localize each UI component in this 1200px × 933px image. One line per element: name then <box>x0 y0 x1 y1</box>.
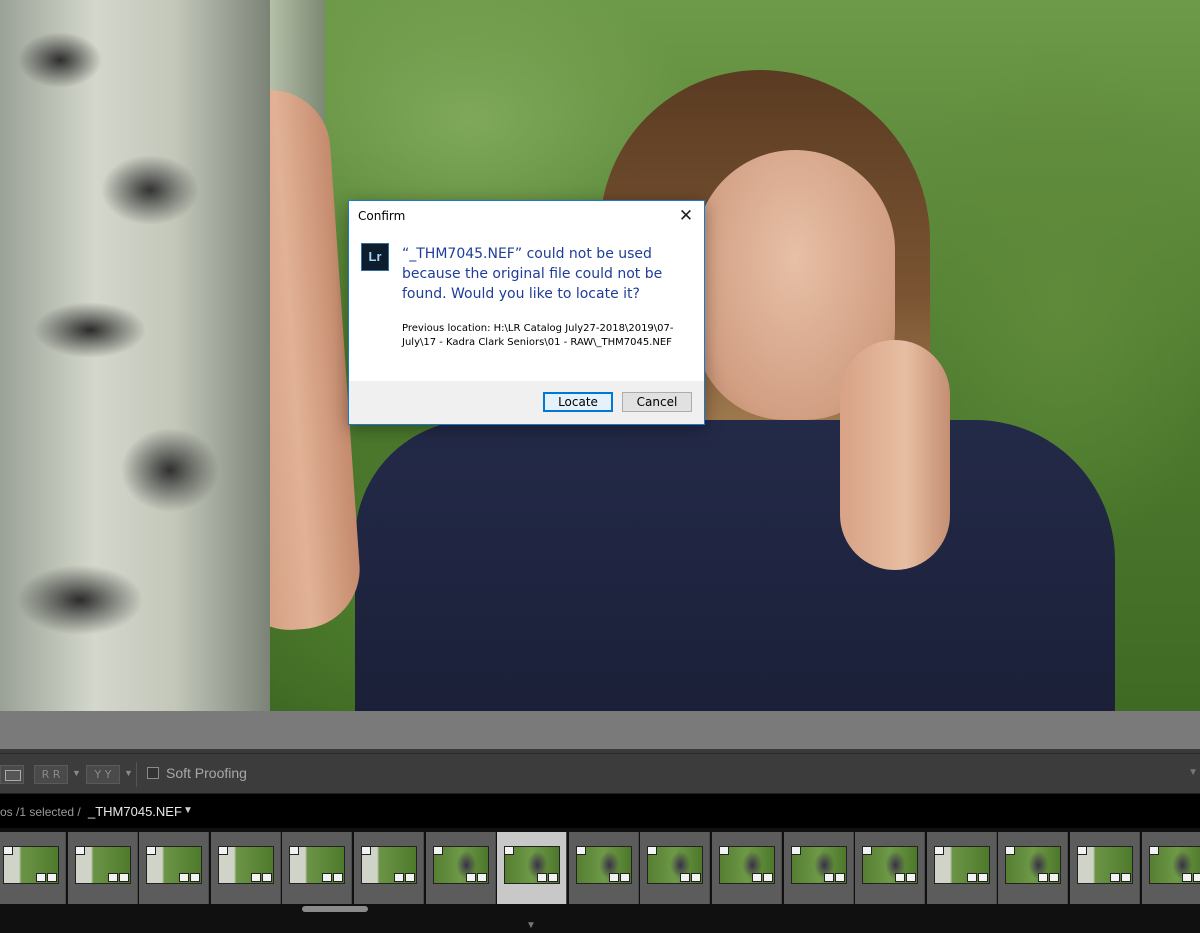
chevron-down-icon[interactable]: ▼ <box>124 768 133 778</box>
cancel-button[interactable]: Cancel <box>622 392 692 412</box>
tag-icon <box>680 873 690 882</box>
thumbnail-badge-icon <box>791 846 801 855</box>
thumbnail-badge-icon <box>75 846 85 855</box>
thumbnail-badge-icon <box>361 846 371 855</box>
soft-proofing-checkbox[interactable] <box>147 767 159 779</box>
filmstrip-thumbnail[interactable] <box>640 832 710 904</box>
dialog-detail: Previous location: H:\LR Catalog July27-… <box>402 322 702 349</box>
edited-icon <box>262 873 272 882</box>
locate-button[interactable]: Locate <box>543 392 613 412</box>
tag-icon <box>251 873 261 882</box>
dialog-message: “_THM7045.NEF” could not be used because… <box>402 244 692 304</box>
edited-icon <box>620 873 630 882</box>
thumbnail-badge-icon <box>1077 846 1087 855</box>
panel-separator <box>0 711 1200 749</box>
aspen-trunk <box>0 0 270 711</box>
tag-icon <box>466 873 476 882</box>
tag-icon <box>967 873 977 882</box>
edited-icon <box>405 873 415 882</box>
filmstrip <box>0 828 1200 933</box>
thumbnail-badge-icon <box>934 846 944 855</box>
toolbar-menu-icon[interactable]: ▼ <box>1188 767 1198 778</box>
tag-icon <box>824 873 834 882</box>
filmstrip-thumbnail[interactable] <box>784 832 854 904</box>
edited-icon <box>190 873 200 882</box>
thumbnail-badge-icon <box>289 846 299 855</box>
toolbar-divider <box>136 762 137 787</box>
subject-hand <box>840 340 950 570</box>
tag-icon <box>1038 873 1048 882</box>
tag-icon <box>895 873 905 882</box>
filmstrip-thumbnail[interactable] <box>354 832 424 904</box>
edited-icon <box>47 873 57 882</box>
edited-icon <box>333 873 343 882</box>
tag-icon <box>1182 873 1192 882</box>
before-after-button[interactable]: R R <box>34 765 68 784</box>
edited-icon <box>548 873 558 882</box>
thumbnail-badge-icon <box>862 846 872 855</box>
edited-icon <box>1193 873 1200 882</box>
tag-icon <box>752 873 762 882</box>
tag-icon <box>108 873 118 882</box>
dialog-title: Confirm <box>358 209 405 223</box>
subject-shirt <box>355 420 1115 711</box>
lightroom-icon: Lr <box>361 243 389 271</box>
filmstrip-thumbnail[interactable] <box>855 832 925 904</box>
toolbar: R R ▼ Y Y ▼ Soft Proofing ▼ <box>0 753 1200 794</box>
edited-icon <box>119 873 129 882</box>
edited-icon <box>691 873 701 882</box>
thumbnail-badge-icon <box>647 846 657 855</box>
filmstrip-scrollbar[interactable] <box>302 906 368 912</box>
filmstrip-thumbnail[interactable] <box>1070 832 1140 904</box>
edited-icon <box>1049 873 1059 882</box>
filmstrip-thumbnail[interactable] <box>569 832 639 904</box>
thumbnail-badge-icon <box>3 846 13 855</box>
edited-icon <box>978 873 988 882</box>
thumbnail-badge-icon <box>504 846 514 855</box>
filmstrip-thumbnail[interactable] <box>282 832 352 904</box>
tag-icon <box>1110 873 1120 882</box>
filmstrip-thumbnail[interactable] <box>211 832 281 904</box>
selection-count: os /1 selected / <box>0 805 81 819</box>
thumbnail-badge-icon <box>218 846 228 855</box>
chevron-down-icon[interactable]: ▼ <box>526 920 536 931</box>
thumbnail-badge-icon <box>1149 846 1159 855</box>
close-icon[interactable]: ✕ <box>668 201 704 231</box>
edited-icon <box>835 873 845 882</box>
filmstrip-thumbnail[interactable] <box>0 832 66 904</box>
thumbnail-badge-icon <box>146 846 156 855</box>
chevron-down-icon[interactable]: ▼ <box>183 805 193 816</box>
loupe-view-button[interactable] <box>0 765 24 784</box>
tag-icon <box>179 873 189 882</box>
tag-icon <box>609 873 619 882</box>
filmstrip-path-bar: os /1 selected / _THM7045.NEF ▼ <box>0 794 1200 828</box>
filmstrip-thumbnail[interactable] <box>497 832 567 904</box>
tag-icon <box>36 873 46 882</box>
filmstrip-thumbnail[interactable] <box>927 832 997 904</box>
filmstrip-thumbnail[interactable] <box>68 832 138 904</box>
filmstrip-thumbnail[interactable] <box>1142 832 1200 904</box>
soft-proofing-label[interactable]: Soft Proofing <box>166 765 247 781</box>
thumbnail-badge-icon <box>719 846 729 855</box>
filmstrip-thumbnail[interactable] <box>139 832 209 904</box>
before-after-split-button[interactable]: Y Y <box>86 765 120 784</box>
current-file-name[interactable]: _THM7045.NEF <box>88 804 182 819</box>
tag-icon <box>394 873 404 882</box>
edited-icon <box>1121 873 1131 882</box>
edited-icon <box>906 873 916 882</box>
thumbnail-badge-icon <box>576 846 586 855</box>
edited-icon <box>477 873 487 882</box>
thumbnail-badge-icon <box>433 846 443 855</box>
tag-icon <box>537 873 547 882</box>
filmstrip-thumbnail[interactable] <box>712 832 782 904</box>
thumbnail-badge-icon <box>1005 846 1015 855</box>
confirm-dialog: Confirm ✕ Lr “_THM7045.NEF” could not be… <box>348 200 705 425</box>
tag-icon <box>322 873 332 882</box>
dialog-footer: Locate Cancel <box>349 381 704 424</box>
dialog-titlebar: Confirm ✕ <box>349 201 704 231</box>
chevron-down-icon[interactable]: ▼ <box>72 768 81 778</box>
filmstrip-thumbnail[interactable] <box>998 832 1068 904</box>
filmstrip-thumbnail[interactable] <box>426 832 496 904</box>
edited-icon <box>763 873 773 882</box>
